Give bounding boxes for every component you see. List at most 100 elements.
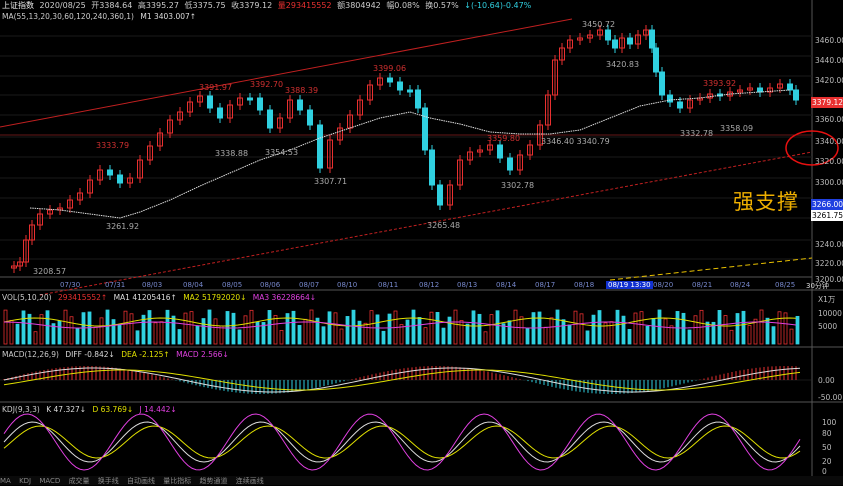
volume-bar [129,313,134,345]
volume-bar [435,312,440,345]
header-amp: 幅0.08% [386,1,420,10]
y-axis-label: 3420.00 [815,76,843,85]
tab-kdj[interactable]: KDJ [19,477,31,485]
index-name[interactable]: 上证指数 [2,1,34,10]
tab-volume[interactable]: 成交量 [69,477,90,485]
ma-legend: MA(55,13,20,30,60,120,240,360,1) M1 3403… [2,12,200,21]
x-axis-label: 08/18 [574,281,595,289]
y-axis-label: 3240.00 [815,240,843,249]
candle-body [267,109,273,129]
volume-bar [759,309,764,345]
header-amount: 额3804942 [337,1,381,10]
volume-bar [351,309,356,345]
volume-bar [669,325,674,345]
x-axis-label: 08/04 [183,281,204,289]
volume-bar [135,330,140,345]
candle-body [397,81,403,91]
candle-body [653,47,659,73]
volume-bar [123,310,128,345]
candle-body [677,101,683,109]
ma-m1: M1 3403.007↑ [140,12,197,21]
volume-bar [303,318,308,345]
kdj-k: K 47.327↓ [46,405,87,414]
lower-trendline [39,151,813,296]
period-label[interactable]: 30分钟 [806,281,829,291]
tab-turnover[interactable]: 换手线 [98,477,119,485]
x-axis-label: 08/05 [222,281,243,289]
kdj-legend: KDJ(9,3,3) K 47.327↓ D 63.769↓ J 14.442↓ [2,405,181,414]
x-axis-label: 08/12 [419,281,440,289]
volume-bar [477,313,482,345]
volume-bar [279,330,284,345]
header-low: 低3375.75 [184,1,226,10]
vol-legend: VOL(5,10,20) 293415552↑ MA1 41205416↑ MA… [2,293,320,302]
volume-bar [639,311,644,345]
volume-bar [783,312,788,345]
candle-body [247,97,253,101]
header-turnover: 换0.57% [425,1,459,10]
kdj-j: J 14.442↓ [139,405,177,414]
volume-bar [543,326,548,345]
annot-3388: 3388.39 [285,86,319,95]
volume-bar [795,315,800,345]
candle-body [659,71,665,96]
volume-bar [75,328,80,345]
volume-bar [459,320,464,345]
strong-support-callout: 强支撑 [733,190,799,214]
volume-bar [417,317,422,345]
volume-bar [735,313,740,345]
volume-bar [471,310,476,345]
annot-3261: 3261.92 [106,222,140,231]
y-axis-label: 3300.00 [815,178,843,187]
x-axis-label: 08/13 [457,281,478,289]
x-axis-label: 08/25 [775,281,796,289]
volume-bar [153,322,158,345]
header-change: ↓(-10.64)-0.47% [464,1,532,10]
tab-ma[interactable]: MA [0,477,11,485]
vol-label: VOL(5,10,20) [2,293,52,302]
vol-ma1: MA1 41205416↑ [113,293,177,302]
header-high: 高3395.27 [137,1,179,10]
kdj-tick: 20 [822,457,832,466]
volume-bar [453,309,458,345]
tab-continuous-line[interactable]: 连续画线 [236,477,264,485]
volume-bar [39,314,44,345]
annot-3399: 3399.06 [373,64,407,73]
kdj-d-line [3,425,801,459]
volume-bar [729,329,734,345]
candle-body [605,29,611,41]
macd-dea: DEA -2.125↑ [121,350,170,359]
volume-bar [363,322,368,345]
volume-bar [177,329,182,345]
volume-bar [69,316,74,345]
candle-body [627,37,633,45]
candle-body [207,95,213,109]
candle-body [497,144,503,159]
current-price-box: 3379.12 [811,97,843,108]
tab-macd[interactable]: MACD [39,477,60,485]
volume-bar [57,320,62,345]
macd-tick: -50.00 [818,393,843,402]
volume-bar [627,329,632,345]
x-axis-label: 08/06 [260,281,281,289]
volume-bar [489,314,494,345]
y-axis-label: 3320.00 [815,157,843,166]
tab-volume-ratio[interactable]: 量比指标 [163,477,191,485]
volume-bar [651,318,656,345]
macd-legend: MACD(12,26,9) DIFF -0.842↓ DEA -2.125↑ M… [2,350,233,359]
volume-bar [741,310,746,345]
x-axis-label: 08/24 [730,281,751,289]
tab-trend-channel[interactable]: 趋势通道 [200,477,228,485]
x-axis-label: 08/17 [535,281,556,289]
indicator-tab-bar: MA KDJ MACD 成交量 换手线 自动画线 量比指标 趋势通道 连续画线 [0,476,843,485]
support-price-box: 3266.00 [811,199,843,210]
macd-diff: DIFF -0.842↓ [65,350,115,359]
candle-body [387,77,393,83]
volume-bar [339,328,344,345]
volume-bar [429,311,434,345]
vol-unit: X1万 [818,295,836,304]
candle-body [107,169,113,176]
volume-bar [387,313,392,345]
volume-bar [693,315,698,345]
tab-auto-line[interactable]: 自动画线 [127,477,155,485]
